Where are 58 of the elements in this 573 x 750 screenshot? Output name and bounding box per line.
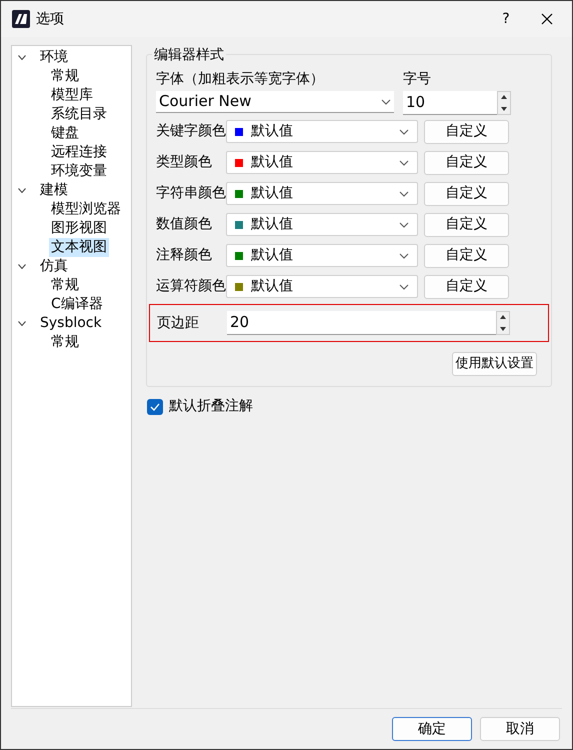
tree-item[interactable]: 环境 — [38, 48, 70, 67]
tree-item[interactable]: 常规 — [49, 333, 81, 352]
tree-item[interactable]: 文本视图 — [49, 238, 109, 257]
customize-button[interactable]: 自定义 — [424, 244, 509, 268]
chevron-down-icon — [399, 190, 409, 196]
field-label: 数值颜色 — [156, 215, 213, 234]
dialog-button[interactable]: 确定 — [392, 717, 472, 741]
font-dropdown[interactable]: Courier New — [156, 91, 394, 113]
field-label: 字体（加粗表示等宽字体） — [156, 70, 325, 89]
chevron-down-icon — [399, 222, 409, 228]
tree-item[interactable]: 键盘 — [49, 124, 81, 143]
color-dropdown[interactable]: 默认值 — [226, 151, 418, 174]
color-dropdown[interactable]: 默认值 — [226, 244, 418, 267]
customize-button[interactable]: 自定义 — [424, 274, 509, 298]
checkbox-label: 默认折叠注解 — [169, 397, 253, 416]
chevron-down-icon — [399, 160, 409, 166]
window-title: 选项 — [36, 10, 64, 28]
field-label: 类型颜色 — [156, 153, 213, 172]
chevron-down-icon — [399, 284, 409, 290]
customize-button[interactable]: 自定义 — [424, 150, 509, 174]
customize-button[interactable]: 自定义 — [424, 182, 509, 206]
help-button[interactable]: ? — [488, 4, 524, 34]
checkmark-icon — [150, 402, 160, 410]
tree-item[interactable]: 图形视图 — [49, 219, 109, 238]
tree-item[interactable]: 建模 — [38, 181, 70, 200]
tree-item[interactable]: 远程连接 — [49, 143, 109, 162]
color-dropdown[interactable]: 默认值 — [226, 120, 418, 143]
spin-arrows-icon[interactable] — [497, 90, 511, 114]
color-dropdown[interactable]: 默认值 — [226, 275, 418, 298]
field-label: 字符串颜色 — [156, 184, 226, 203]
field-label: 关键字颜色 — [156, 122, 226, 141]
field-label: 字号 — [403, 70, 432, 89]
chevron-down-icon — [381, 98, 391, 104]
app-logo-icon — [12, 10, 30, 28]
dialog-button[interactable]: 取消 — [480, 717, 560, 741]
tree-item[interactable]: 常规 — [49, 67, 81, 86]
margin-spinbox[interactable]: 20 — [227, 311, 510, 335]
default-settings-button[interactable]: 使用默认设置 — [452, 352, 537, 376]
tree-item[interactable]: C编译器 — [49, 295, 105, 314]
tree-item[interactable]: 模型浏览器 — [49, 200, 123, 219]
customize-button[interactable]: 自定义 — [424, 212, 509, 236]
field-label: 运算符颜色 — [156, 277, 226, 296]
tree-item[interactable]: 环境变量 — [49, 162, 109, 181]
tree-item[interactable]: 仿真 — [38, 257, 70, 276]
field-label: 注释颜色 — [156, 246, 213, 265]
tree-item[interactable]: 模型库 — [49, 86, 95, 105]
field-label: 页边距 — [157, 314, 200, 332]
tree-item[interactable]: 系统目录 — [49, 105, 109, 124]
color-dropdown[interactable]: 默认值 — [226, 213, 418, 236]
customize-button[interactable]: 自定义 — [424, 120, 509, 144]
color-dropdown[interactable]: 默认值 — [226, 182, 418, 205]
checkbox[interactable] — [147, 398, 163, 414]
chevron-down-icon — [399, 252, 409, 258]
spin-arrows-icon[interactable] — [496, 310, 510, 334]
size-spinbox[interactable]: 10 — [403, 91, 511, 115]
chevron-down-icon — [399, 128, 409, 134]
tree-item[interactable]: Sysblock — [38, 314, 104, 333]
tree-item[interactable]: 常规 — [49, 276, 81, 295]
